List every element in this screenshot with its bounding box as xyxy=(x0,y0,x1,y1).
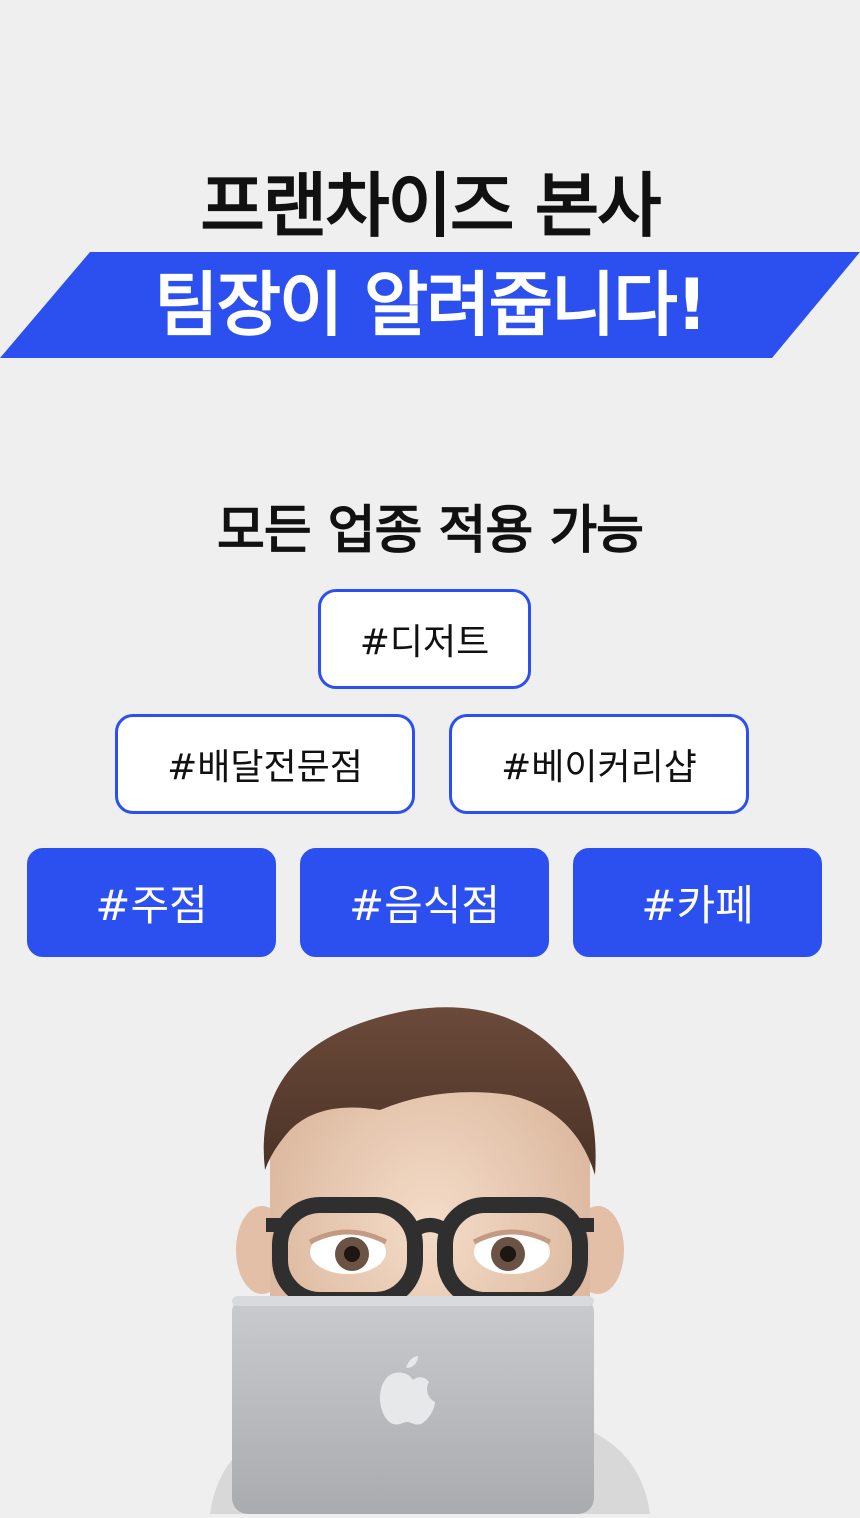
tag-restaurant[interactable]: #음식점 xyxy=(300,848,549,957)
tag-delivery[interactable]: #배달전문점 xyxy=(115,714,415,814)
tag-cafe[interactable]: #카페 xyxy=(573,848,822,957)
memoji-with-laptop-icon xyxy=(180,1000,680,1518)
subtitle: 모든 업종 적용 가능 xyxy=(216,501,644,561)
headline-banner: 팀장이 알려줍니다! xyxy=(0,252,860,358)
headline-line1: 프랜차이즈 본사 xyxy=(200,165,661,247)
tag-bakery[interactable]: #베이커리샵 xyxy=(449,714,749,814)
tag-pub[interactable]: #주점 xyxy=(27,848,276,957)
headline-line2: 팀장이 알려줍니다! xyxy=(154,264,708,346)
tag-dessert[interactable]: #디저트 xyxy=(318,589,531,689)
